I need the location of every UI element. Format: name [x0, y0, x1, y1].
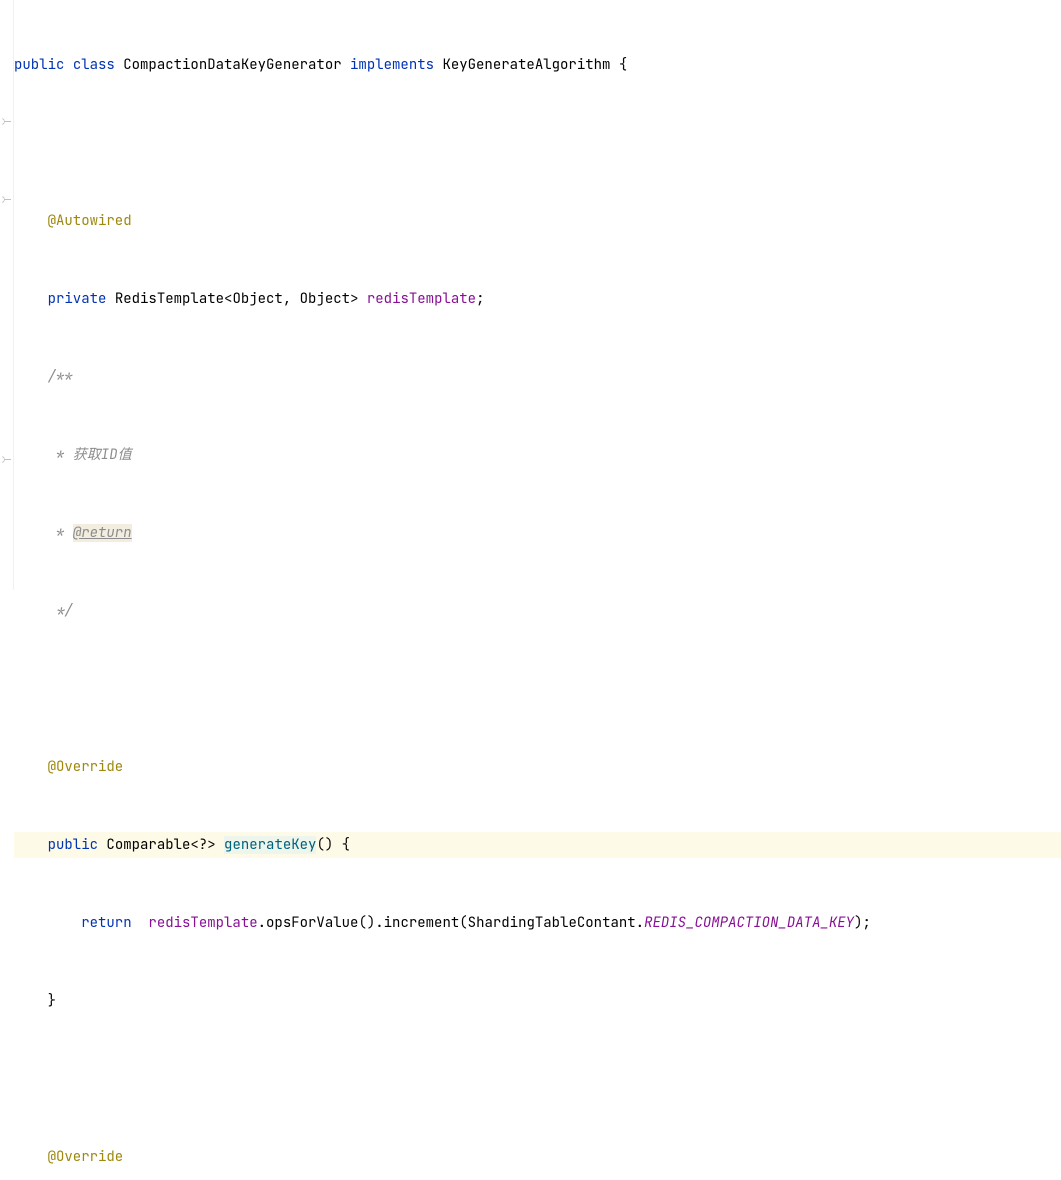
code-line[interactable]: @Override — [14, 754, 1061, 780]
fold-mark-icon — [4, 459, 11, 460]
paren-close: ) — [367, 914, 375, 932]
keyword-implements: implements — [350, 56, 434, 74]
code-line[interactable]: /** — [14, 364, 1061, 390]
annotation-autowired: @Autowired — [48, 212, 132, 230]
code-line[interactable] — [14, 130, 1061, 156]
wildcard: ? — [199, 836, 207, 854]
javadoc-close: */ — [48, 602, 73, 620]
annotation-override: @Override — [48, 758, 124, 776]
field-redistemplate: redisTemplate — [367, 290, 476, 308]
keyword-class: class — [73, 56, 115, 74]
brace-open: { — [619, 56, 627, 74]
paren-open: ( — [316, 836, 324, 854]
code-editor[interactable]: public class CompactionDataKeyGenerator … — [14, 0, 1061, 1180]
call-opsforvalue: opsForValue — [266, 914, 358, 932]
angle-open: < — [190, 836, 198, 854]
call-increment: increment — [384, 914, 460, 932]
semicolon: ; — [862, 914, 870, 932]
annotation-override: @Override — [48, 1148, 124, 1166]
code-line[interactable]: * @return — [14, 520, 1061, 546]
type-object: Object — [300, 290, 350, 308]
dot: . — [636, 914, 644, 932]
type-object: Object — [232, 290, 282, 308]
javadoc-return-tag: @return — [73, 524, 132, 542]
paren-close: ) — [325, 836, 333, 854]
code-line[interactable]: } — [14, 988, 1061, 1014]
angle-close: > — [350, 290, 358, 308]
keyword-public: public — [48, 836, 98, 854]
code-line[interactable]: return redisTemplate.opsForValue().incre… — [14, 910, 1061, 936]
paren-close: ) — [854, 914, 862, 932]
brace-close: } — [48, 992, 56, 1010]
paren-open: ( — [459, 914, 467, 932]
fold-mark-icon — [4, 121, 11, 122]
code-line[interactable] — [14, 1066, 1061, 1092]
constant-redis-key: REDIS_COMPACTION_DATA_KEY — [644, 914, 854, 932]
type-comparable: Comparable — [106, 836, 190, 854]
class-name: CompactionDataKeyGenerator — [123, 56, 341, 74]
keyword-return: return — [81, 914, 131, 932]
interface-name: KeyGenerateAlgorithm — [442, 56, 610, 74]
code-line[interactable]: @Autowired — [14, 208, 1061, 234]
angle-close: > — [207, 836, 215, 854]
code-line[interactable]: * 获取ID值 — [14, 442, 1061, 468]
code-line[interactable]: public class CompactionDataKeyGenerator … — [14, 52, 1061, 78]
javadoc-star: * — [48, 524, 73, 542]
fold-mark-icon — [4, 199, 11, 200]
paren-open: ( — [358, 914, 366, 932]
code-line[interactable]: */ — [14, 598, 1061, 624]
semicolon: ; — [476, 290, 484, 308]
code-line[interactable]: @Override — [14, 1144, 1061, 1170]
comma: , — [283, 290, 291, 308]
code-line[interactable] — [14, 676, 1061, 702]
javadoc-open: /** — [48, 368, 73, 386]
method-generatekey: generateKey — [224, 836, 316, 854]
keyword-public: public — [14, 56, 64, 74]
dot: . — [258, 914, 266, 932]
type-shardingtablecontant: ShardingTableContant — [468, 914, 636, 932]
gutter — [0, 0, 14, 590]
dot: . — [375, 914, 383, 932]
brace-open: { — [342, 836, 350, 854]
code-line-highlighted[interactable]: public Comparable<?> generateKey() { — [14, 832, 1061, 858]
keyword-private: private — [48, 290, 107, 308]
type-redistemplate: RedisTemplate — [115, 290, 224, 308]
field-ref-redistemplate: redisTemplate — [148, 914, 257, 932]
javadoc-desc: * 获取ID值 — [48, 446, 132, 464]
code-line[interactable]: private RedisTemplate<Object, Object> re… — [14, 286, 1061, 312]
